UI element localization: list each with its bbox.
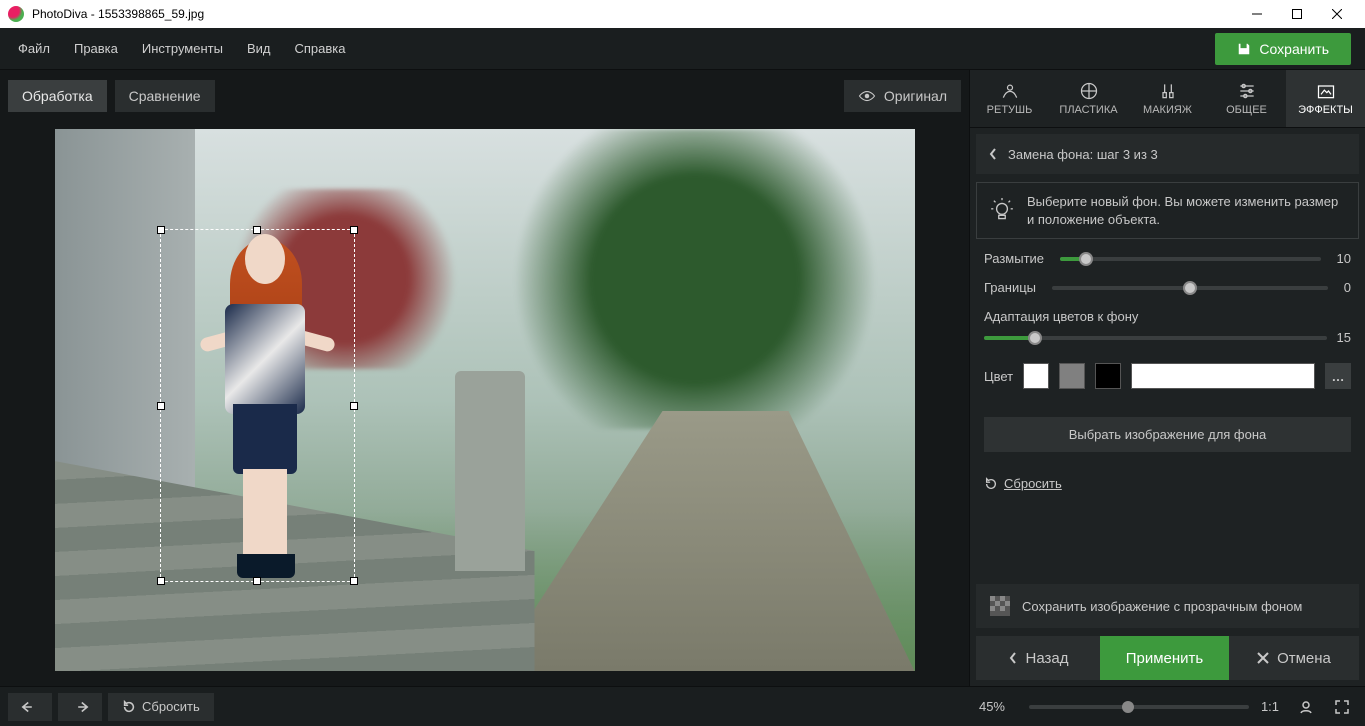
slider-blur-label: Размытие xyxy=(984,251,1044,266)
swatch-black[interactable] xyxy=(1095,363,1121,389)
original-toggle[interactable]: Оригинал xyxy=(844,80,961,112)
back-button[interactable]: Назад xyxy=(976,636,1100,680)
slider-blur[interactable]: Размытие 10 xyxy=(984,251,1351,266)
handle-bl[interactable] xyxy=(157,577,165,585)
color-row: Цвет … xyxy=(984,363,1351,389)
redo-button[interactable] xyxy=(58,693,102,721)
breadcrumb: Замена фона: шаг 3 из 3 xyxy=(1008,147,1158,162)
handle-ml[interactable] xyxy=(157,402,165,410)
window-title: PhotoDiva - 1553398865_59.jpg xyxy=(32,7,1237,21)
reset-icon xyxy=(122,700,136,714)
zoom-slider[interactable] xyxy=(1029,705,1249,709)
close-button[interactable] xyxy=(1317,0,1357,28)
slider-borders-value: 0 xyxy=(1344,280,1351,295)
color-label: Цвет xyxy=(984,369,1013,384)
plastic-icon xyxy=(1079,81,1099,101)
save-button[interactable]: Сохранить xyxy=(1215,33,1351,65)
swatch-gray[interactable] xyxy=(1059,363,1085,389)
retouch-icon xyxy=(1000,81,1020,101)
handle-tr[interactable] xyxy=(350,226,358,234)
choose-bg-image-button[interactable]: Выбрать изображение для фона xyxy=(984,417,1351,452)
tab-compare[interactable]: Сравнение xyxy=(115,80,215,112)
chevron-left-icon xyxy=(1008,651,1018,665)
minimize-button[interactable] xyxy=(1237,0,1277,28)
eye-icon xyxy=(858,90,876,102)
sliders-icon xyxy=(1237,81,1257,101)
save-icon xyxy=(1237,42,1251,56)
bottom-reset-button[interactable]: Сбросить xyxy=(108,693,214,721)
breadcrumb-row[interactable]: Замена фона: шаг 3 из 3 xyxy=(976,134,1359,174)
swatch-white[interactable] xyxy=(1023,363,1049,389)
handle-mr[interactable] xyxy=(350,402,358,410)
hint-box: Выберите новый фон. Вы можете изменить р… xyxy=(976,182,1359,239)
close-icon xyxy=(1257,652,1269,664)
maximize-button[interactable] xyxy=(1277,0,1317,28)
handle-tl[interactable] xyxy=(157,226,165,234)
tooltab-general[interactable]: ОБЩЕЕ xyxy=(1207,70,1286,127)
canvas-panel: Обработка Сравнение Оригинал xyxy=(0,70,969,686)
tooltab-retouch[interactable]: РЕТУШЬ xyxy=(970,70,1049,127)
image-canvas[interactable] xyxy=(55,129,915,671)
apply-button[interactable]: Применить xyxy=(1100,636,1229,680)
undo-button[interactable] xyxy=(8,693,52,721)
reset-link[interactable]: Сбросить xyxy=(984,476,1062,491)
menu-file[interactable]: Файл xyxy=(6,33,62,64)
lightbulb-icon xyxy=(989,198,1015,224)
makeup-icon xyxy=(1158,81,1178,101)
save-transparent-button[interactable]: Сохранить изображение с прозрачным фоном xyxy=(976,584,1359,628)
effects-icon xyxy=(1316,81,1336,101)
handle-br[interactable] xyxy=(350,577,358,585)
handle-tm[interactable] xyxy=(253,226,261,234)
tools-panel: РЕТУШЬ ПЛАСТИКА МАКИЯЖ ОБЩЕЕ ЭФФЕКТЫ Зам… xyxy=(969,70,1365,686)
fit-face-button[interactable] xyxy=(1291,699,1321,715)
zoom-value: 45% xyxy=(979,699,1005,714)
titlebar: PhotoDiva - 1553398865_59.jpg xyxy=(0,0,1365,28)
chevron-left-icon xyxy=(988,147,998,161)
reset-icon xyxy=(984,477,998,491)
slider-adapt-value: 15 xyxy=(1337,330,1351,345)
slider-borders[interactable]: Границы 0 xyxy=(984,280,1351,295)
tab-processing[interactable]: Обработка xyxy=(8,80,107,112)
bottom-bar: Сбросить 45% 1:1 xyxy=(0,686,1365,726)
color-more-button[interactable]: … xyxy=(1325,363,1351,389)
tooltab-plastic[interactable]: ПЛАСТИКА xyxy=(1049,70,1128,127)
transparent-bg-icon xyxy=(990,596,1010,616)
fit-screen-button[interactable] xyxy=(1327,699,1357,715)
tooltab-effects[interactable]: ЭФФЕКТЫ xyxy=(1286,70,1365,127)
slider-blur-value: 10 xyxy=(1337,251,1351,266)
menubar: Файл Правка Инструменты Вид Справка Сохр… xyxy=(0,28,1365,70)
handle-bm[interactable] xyxy=(253,577,261,585)
hint-text: Выберите новый фон. Вы можете изменить р… xyxy=(1027,193,1346,228)
cancel-button[interactable]: Отмена xyxy=(1229,636,1359,680)
menu-edit[interactable]: Правка xyxy=(62,33,130,64)
menu-tools[interactable]: Инструменты xyxy=(130,33,235,64)
selection-box[interactable] xyxy=(160,229,355,582)
zoom-1to1-button[interactable]: 1:1 xyxy=(1255,699,1285,714)
slider-adapt[interactable]: Адаптация цветов к фону 15 xyxy=(984,309,1351,345)
app-icon xyxy=(8,6,24,22)
slider-borders-label: Границы xyxy=(984,280,1036,295)
color-preview[interactable] xyxy=(1131,363,1315,389)
menu-help[interactable]: Справка xyxy=(282,33,357,64)
slider-adapt-label: Адаптация цветов к фону xyxy=(984,309,1138,324)
menu-view[interactable]: Вид xyxy=(235,33,283,64)
tooltab-makeup[interactable]: МАКИЯЖ xyxy=(1128,70,1207,127)
